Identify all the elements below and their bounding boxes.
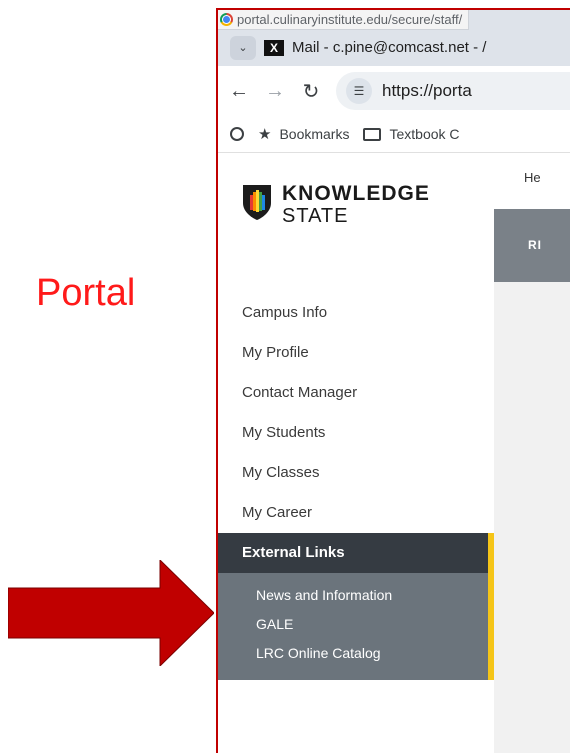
sidebar-item-external-links[interactable]: External Links <box>218 533 494 573</box>
red-arrow-icon <box>8 560 214 666</box>
sidebar-item-my-profile[interactable]: My Profile <box>218 333 494 373</box>
main-tab-bar: He <box>494 153 570 209</box>
brand-name-line1: KNOWLEDGE <box>282 182 430 205</box>
bookmark-label: Bookmarks <box>279 126 350 142</box>
arrow-right-icon: → <box>265 79 285 102</box>
tab-search-button[interactable]: ⌄ <box>230 35 256 60</box>
shield-logo-icon <box>243 185 271 220</box>
banner-text: RI <box>528 238 542 252</box>
browser-toolbar: ← → ↻ ☰ https://porta <box>218 66 570 116</box>
browser-tab[interactable]: X Mail - c.pine@comcast.net - / <box>264 39 486 56</box>
reload-button[interactable]: ↻ <box>296 79 326 104</box>
slide-title: Portal <box>36 272 136 314</box>
bookmark-textbook[interactable]: Textbook C <box>363 126 460 142</box>
back-button[interactable]: ← <box>224 80 254 103</box>
brand-name-line2: STATE <box>282 205 349 227</box>
bookmark-label: Textbook C <box>389 126 460 142</box>
x-logo-icon: X <box>264 39 284 56</box>
external-links-submenu: News and Information GALE LRC Online Cat… <box>218 573 494 680</box>
main-banner: RI <box>494 209 570 282</box>
chevron-down-icon: ⌄ <box>238 42 248 54</box>
submenu-item-gale[interactable]: GALE <box>218 610 488 639</box>
site-settings-icon[interactable]: ☰ <box>346 78 372 104</box>
portal-sidebar: KNOWLEDGE STATE Campus Info My Profile C… <box>218 153 494 753</box>
main-tab-home[interactable]: He <box>524 170 541 185</box>
sidebar-menu: Campus Info My Profile Contact Manager M… <box>218 293 494 680</box>
sidebar-item-contact-manager[interactable]: Contact Manager <box>218 373 494 413</box>
brand-logo[interactable]: KNOWLEDGE STATE <box>242 183 430 226</box>
address-bar[interactable]: ☰ https://porta <box>336 72 570 110</box>
address-text: https://porta <box>382 81 472 100</box>
main-content: He RI <box>494 153 570 753</box>
sidebar-item-campus-info[interactable]: Campus Info <box>218 293 494 333</box>
forward-button[interactable]: → <box>260 80 290 103</box>
hover-url-text: portal.culinaryinstitute.edu/secure/staf… <box>237 12 463 27</box>
submenu-item-lrc-online-catalog[interactable]: LRC Online Catalog <box>218 639 488 668</box>
arrow-left-icon: ← <box>229 79 249 102</box>
globe-icon[interactable] <box>230 127 244 141</box>
browser-screenshot: portal.culinaryinstitute.edu/secure/staf… <box>216 8 570 753</box>
chrome-icon <box>220 13 233 26</box>
sidebar-item-my-career[interactable]: My Career <box>218 493 494 533</box>
bookmark-bookmarks[interactable]: ★ Bookmarks <box>258 125 349 143</box>
submenu-item-news-and-information[interactable]: News and Information <box>218 581 488 610</box>
status-url-bubble: portal.culinaryinstitute.edu/secure/staf… <box>218 10 470 30</box>
reload-icon: ↻ <box>302 80 320 103</box>
folder-icon <box>363 127 382 141</box>
sidebar-item-my-classes[interactable]: My Classes <box>218 453 494 493</box>
sidebar-item-my-students[interactable]: My Students <box>218 413 494 453</box>
tab-title: Mail - c.pine@comcast.net - / <box>292 39 487 56</box>
bookmarks-bar: ★ Bookmarks Textbook C <box>218 116 570 153</box>
tab-strip: portal.culinaryinstitute.edu/secure/staf… <box>218 10 570 66</box>
star-icon: ★ <box>258 126 272 143</box>
